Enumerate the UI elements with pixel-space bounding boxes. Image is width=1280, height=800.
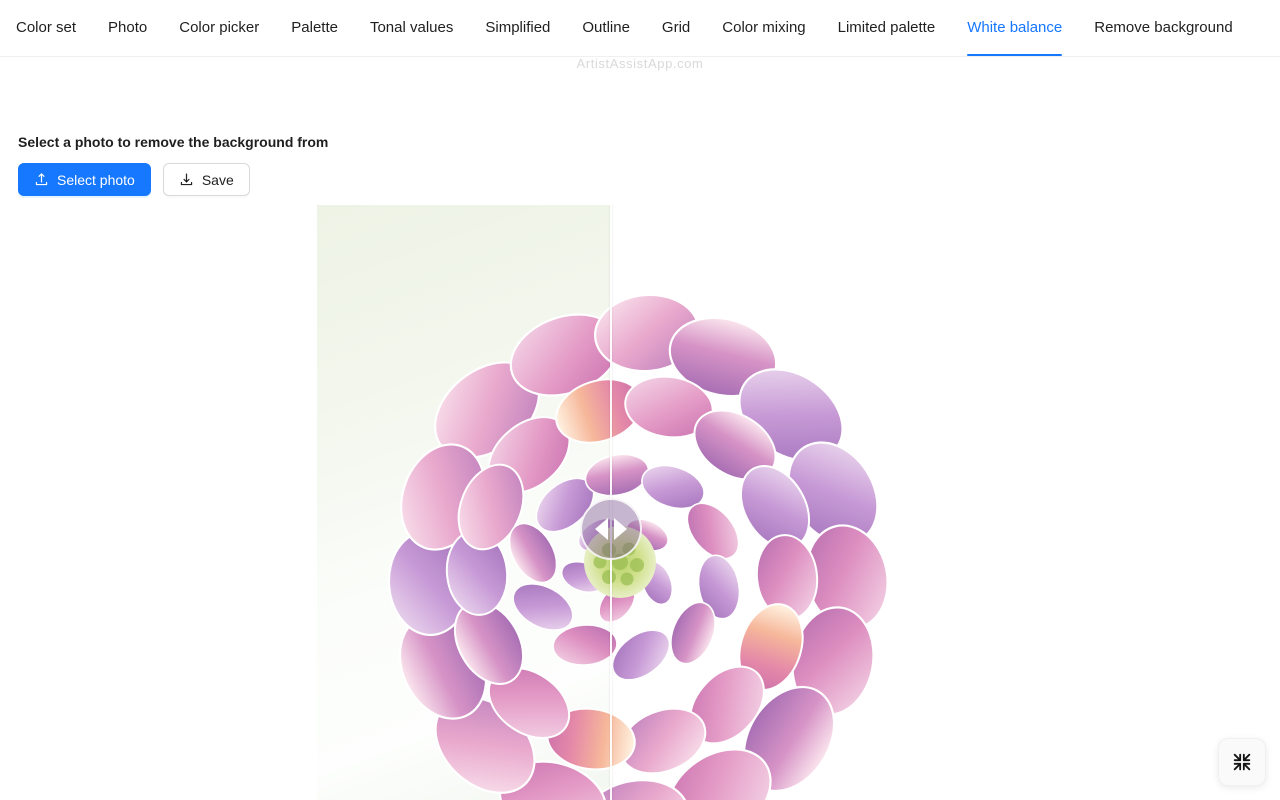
tab-palette[interactable]: Palette (291, 0, 338, 56)
arrow-right-icon (614, 518, 627, 540)
tab-photo[interactable]: Photo (108, 0, 147, 56)
tab-label: Palette (291, 18, 338, 36)
page-title: Select a photo to remove the background … (18, 134, 329, 150)
app-root: Color set Photo Color picker Palette Tonal v… (0, 0, 1280, 800)
tab-label: Remove background (1094, 18, 1233, 36)
tab-label: White balance (967, 18, 1063, 36)
tab-simplified[interactable]: Simplified (485, 0, 550, 56)
compress-icon (1231, 751, 1253, 773)
compare-slider-handle[interactable] (580, 498, 642, 560)
main-tab-bar: Color set Photo Color picker Palette Tonal v… (0, 0, 1280, 57)
compare-before-image (317, 205, 610, 800)
arrow-left-icon (595, 518, 608, 540)
tab-label: Color set (16, 18, 77, 36)
image-compare-slider[interactable] (317, 205, 904, 800)
save-button[interactable]: Save (162, 163, 250, 196)
action-button-row: Select photo Save (18, 163, 250, 196)
tab-label: Color picker (179, 18, 260, 36)
tab-label: Photo (108, 18, 148, 36)
exit-fullscreen-button[interactable] (1218, 738, 1266, 786)
tab-remove-background[interactable]: Remove background (1094, 0, 1232, 56)
tab-label: Limited palette (837, 18, 936, 36)
tab-outline[interactable]: Outline (582, 0, 630, 56)
tab-color-set[interactable]: Color set (16, 0, 76, 56)
upload-icon (34, 172, 49, 187)
dahlia-illustration-before (387, 293, 610, 800)
save-label: Save (201, 171, 234, 188)
tab-grid[interactable]: Grid (662, 0, 690, 56)
tab-label: Tonal values (369, 18, 454, 36)
tab-color-picker[interactable]: Color picker (179, 0, 259, 56)
select-photo-label: Select photo (57, 171, 135, 188)
download-icon (179, 172, 194, 187)
tab-color-mixing[interactable]: Color mixing (722, 0, 805, 56)
tab-label: Simplified (485, 18, 551, 36)
tab-limited-palette[interactable]: Limited palette (838, 0, 936, 56)
tab-label: Outline (582, 18, 630, 36)
site-watermark: ArtistAssistApp.com (576, 56, 704, 71)
tab-active-indicator (967, 54, 1063, 56)
tab-white-balance[interactable]: White balance (967, 0, 1063, 56)
tab-label: Color mixing (722, 18, 806, 36)
select-photo-button[interactable]: Select photo (18, 163, 151, 196)
tab-tonal-values[interactable]: Tonal values (370, 0, 453, 56)
tab-label: Grid (661, 18, 691, 36)
